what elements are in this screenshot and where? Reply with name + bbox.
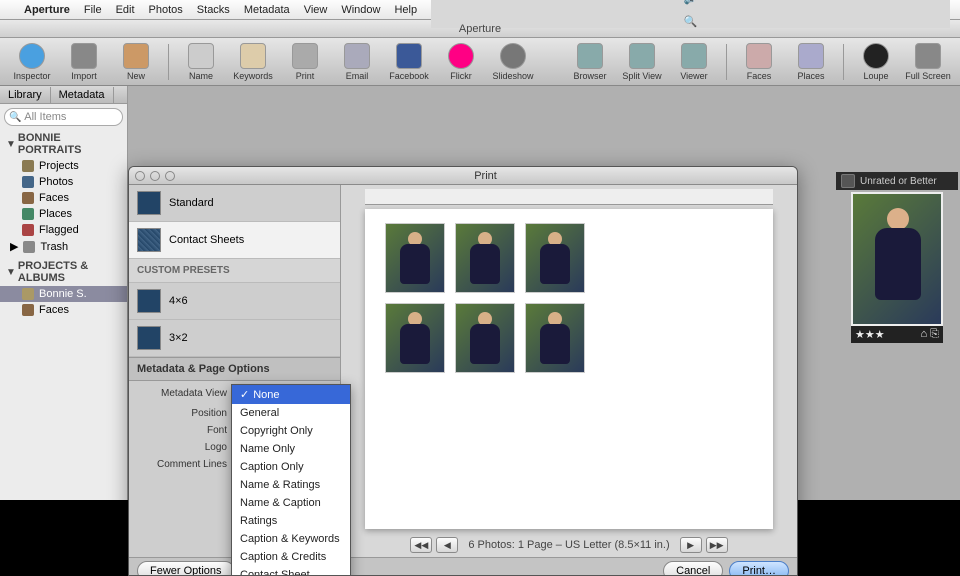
menu-item-caption-keywords[interactable]: Caption & Keywords [232,530,350,548]
sidebar-item-trash[interactable]: ▶Trash [0,238,127,255]
spotlight-icon[interactable]: 🔍 [684,15,698,28]
label-metadata-view: Metadata View [137,388,227,399]
menu-window[interactable]: Window [341,4,380,16]
label-position: Position [137,408,227,419]
filter-label: Unrated or Better [860,176,937,187]
nav-prev[interactable]: ◀ [436,537,458,553]
print-button[interactable]: Print… [729,561,789,576]
app-menu[interactable]: Aperture [24,4,70,16]
sheet-title: Print [180,170,791,182]
tab-metadata[interactable]: Metadata [51,87,114,103]
menu-item-general[interactable]: General [232,404,350,422]
tool-loupe[interactable]: Loupe [852,43,900,81]
tab-library[interactable]: Library [0,87,51,103]
menu-item-copyright[interactable]: Copyright Only [232,422,350,440]
preview-photo[interactable] [385,303,445,373]
print-sheet: Print Standard Contact Sheets CUSTOM PRE… [128,166,798,576]
nav-next[interactable]: ▶ [680,537,702,553]
filmstrip: Unrated or Better ★★★⌂ ⎘ [836,172,958,343]
cancel-button[interactable]: Cancel [663,561,723,576]
filmstrip-thumbnail[interactable] [851,192,943,326]
menu-item-name-ratings[interactable]: Name & Ratings [232,476,350,494]
tool-email[interactable]: Email [333,43,381,81]
tool-print[interactable]: Print [281,43,329,81]
preview-photo[interactable] [385,223,445,293]
preset-4x6[interactable]: 4×6 [129,283,340,320]
menu-edit[interactable]: Edit [116,4,135,16]
preview-photo[interactable] [525,303,585,373]
preset-group-custom: CUSTOM PRESETS [129,259,340,283]
traffic-zoom[interactable] [165,171,175,181]
tool-name[interactable]: Name [177,43,225,81]
tool-new[interactable]: New [112,43,160,81]
thumbnail-rating: ★★★⌂ ⎘ [851,326,943,343]
menu-item-caption-credits[interactable]: Caption & Credits [232,548,350,566]
status-text: 6 Photos: 1 Page – US Letter (8.5×11 in.… [468,539,669,551]
section-header-1[interactable]: ▼ BONNIE PORTRAITS [0,130,127,158]
preset-contact-sheets[interactable]: Contact Sheets [129,222,340,259]
metadata-view-menu: None General Copyright Only Name Only Ca… [231,384,351,576]
tool-browser[interactable]: Browser [566,43,614,81]
ruler [365,189,773,205]
sidebar-item-projects[interactable]: Projects [0,158,127,174]
disclosure-icon: ▶ [10,240,18,253]
menu-help[interactable]: Help [394,4,417,16]
section-header-2[interactable]: ▼ PROJECTS & ALBUMS [0,258,127,286]
menu-item-caption-only[interactable]: Caption Only [232,458,350,476]
tool-places[interactable]: Places [787,43,835,81]
tool-fullscreen[interactable]: Full Screen [904,43,952,81]
tool-inspector[interactable]: Inspector [8,43,56,81]
preset-3x2[interactable]: 3×2 [129,320,340,357]
sidebar-item-photos[interactable]: Photos [0,174,127,190]
menu-item-ratings[interactable]: Ratings [232,512,350,530]
tool-keywords[interactable]: Keywords [229,43,277,81]
volume-icon[interactable]: 🔊 [684,0,698,5]
label-font: Font [137,425,227,436]
sidebar-item-faces[interactable]: Faces [0,190,127,206]
menu-item-name-only[interactable]: Name Only [232,440,350,458]
tool-import[interactable]: Import [60,43,108,81]
tool-faces[interactable]: Faces [735,43,783,81]
nav-first[interactable]: ◀◀ [410,537,432,553]
label-comment-lines: Comment Lines [137,459,227,470]
menu-item-none[interactable]: None [232,385,350,404]
tool-slideshow[interactable]: Slideshow [489,43,537,81]
preview-photo[interactable] [455,223,515,293]
preset-standard[interactable]: Standard [129,185,340,222]
menu-file[interactable]: File [84,4,102,16]
sidebar-item-places[interactable]: Places [0,206,127,222]
label-logo: Logo [137,442,227,453]
filter-bar[interactable]: Unrated or Better [836,172,958,190]
tool-flickr[interactable]: Flickr [437,43,485,81]
toolbar: Inspector Import New Name Keywords Print… [0,38,960,86]
preview-photo[interactable] [525,223,585,293]
tool-viewer[interactable]: Viewer [670,43,718,81]
sidebar: Library Metadata 🔍 All Items ▼ BONNIE PO… [0,86,128,500]
tool-facebook[interactable]: Facebook [385,43,433,81]
menu-stacks[interactable]: Stacks [197,4,230,16]
sidebar-item-faces-album[interactable]: Faces [0,302,127,318]
tool-splitview[interactable]: Split View [618,43,666,81]
sidebar-item-bonnie[interactable]: Bonnie S. [0,286,127,302]
pane-header-metadata-options: Metadata & Page Options [129,357,340,381]
fewer-options-button[interactable]: Fewer Options [137,561,235,576]
nav-last[interactable]: ▶▶ [706,537,728,553]
filter-icon [841,174,855,188]
badge-icon: ⌂ ⎘ [920,328,939,341]
traffic-min[interactable] [150,171,160,181]
menu-metadata[interactable]: Metadata [244,4,290,16]
menu-view[interactable]: View [304,4,328,16]
menu-item-name-caption[interactable]: Name & Caption [232,494,350,512]
sidebar-item-flagged[interactable]: Flagged [0,222,127,238]
print-preview [365,209,773,529]
search-input[interactable]: 🔍 All Items [4,108,123,126]
menu-item-contact-sheet[interactable]: Contact Sheet [232,566,350,576]
traffic-close[interactable] [135,171,145,181]
preview-photo[interactable] [455,303,515,373]
menu-photos[interactable]: Photos [149,4,183,16]
menubar: Aperture File Edit Photos Stacks Metadat… [0,0,960,20]
